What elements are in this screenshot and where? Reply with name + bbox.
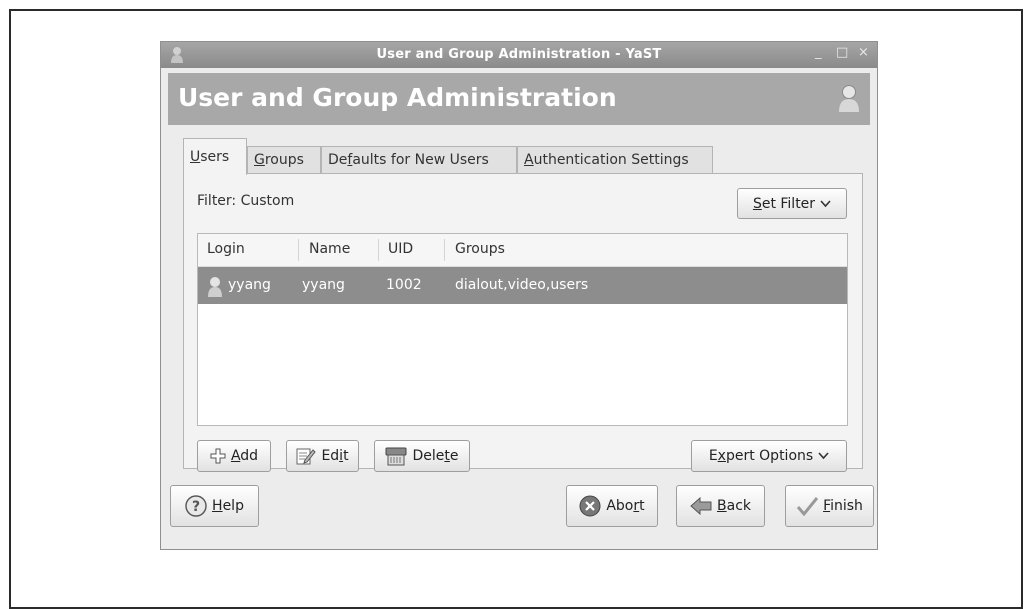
column-header-login[interactable]: Login <box>207 241 245 257</box>
minimize-icon[interactable]: _ <box>815 45 822 60</box>
column-divider <box>378 239 379 261</box>
filter-label: Filter: Custom <box>197 193 295 209</box>
maximize-icon[interactable]: □ <box>836 45 848 60</box>
chevron-down-icon <box>820 199 831 207</box>
cell-login: yyang <box>228 277 271 293</box>
svg-text:?: ? <box>192 499 200 515</box>
yast-window: User and Group Administration - YaST _ □… <box>160 41 878 550</box>
tab-authentication-settings[interactable]: Authentication Settings <box>517 146 713 174</box>
add-button[interactable]: Add <box>197 440 271 472</box>
users-table: Login Name UID Groups yyang yyang 1002 d… <box>197 233 848 426</box>
abort-icon <box>579 495 601 517</box>
close-icon[interactable]: × <box>858 45 869 60</box>
users-tab-panel: Filter: Custom Set Filter Login Name UID… <box>183 173 863 472</box>
expert-options-button[interactable]: Expert Options <box>691 440 847 472</box>
user-icon <box>839 85 859 112</box>
finish-button[interactable]: Finish <box>785 485 874 527</box>
edit-button[interactable]: Edit <box>286 440 359 472</box>
cell-name: yyang <box>302 277 345 293</box>
help-icon: ? <box>185 495 207 517</box>
column-divider <box>444 239 445 261</box>
delete-button[interactable]: Delete <box>374 440 470 472</box>
tab-groups[interactable]: Groups <box>247 146 321 174</box>
back-button[interactable]: Back <box>676 485 765 527</box>
column-header-name[interactable]: Name <box>309 241 350 257</box>
chevron-down-icon <box>818 452 829 460</box>
edit-icon <box>296 448 317 465</box>
cell-groups: dialout,video,users <box>455 277 589 293</box>
column-header-groups[interactable]: Groups <box>455 241 505 257</box>
cell-uid: 1002 <box>386 277 422 293</box>
user-icon <box>208 277 222 297</box>
abort-button[interactable]: Abort <box>566 485 658 527</box>
column-header-uid[interactable]: UID <box>388 241 413 257</box>
checkmark-icon <box>796 497 819 516</box>
column-divider <box>298 239 299 261</box>
tab-users[interactable]: Users <box>183 138 247 175</box>
title-bar[interactable]: User and Group Administration - YaST _ □… <box>161 42 877 68</box>
header-banner: User and Group Administration <box>168 73 870 125</box>
table-header: Login Name UID Groups <box>198 234 847 267</box>
delete-icon <box>385 447 407 466</box>
help-button[interactable]: ? Help <box>170 485 259 527</box>
filter-value: Custom <box>240 193 295 209</box>
table-row[interactable]: yyang yyang 1002 dialout,video,users <box>198 267 847 304</box>
plus-icon <box>210 448 226 464</box>
tab-defaults-for-new-users[interactable]: Defaults for New Users <box>321 146 517 174</box>
set-filter-button[interactable]: Set Filter <box>737 188 847 219</box>
page-title: User and Group Administration <box>178 83 617 112</box>
back-arrow-icon <box>690 497 712 515</box>
window-title: User and Group Administration - YaST <box>376 47 662 62</box>
